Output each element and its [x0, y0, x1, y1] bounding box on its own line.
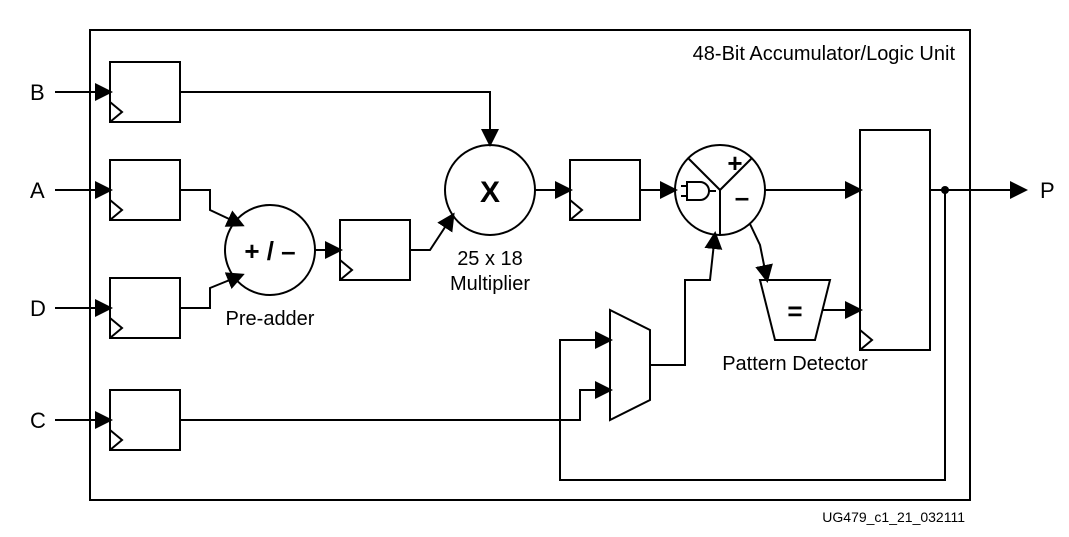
- svg-text:–: –: [735, 182, 749, 212]
- pattern-detector-label: Pattern Detector: [722, 353, 868, 375]
- port-b-label: B: [30, 80, 45, 105]
- mux: [610, 310, 650, 420]
- svg-text:+: +: [727, 148, 742, 178]
- svg-text:X: X: [480, 176, 500, 209]
- title: 48-Bit Accumulator/Logic Unit: [693, 43, 956, 65]
- reg-preadder: [340, 220, 410, 280]
- preadder: + / –: [225, 205, 315, 295]
- port-p-label: P: [1040, 178, 1055, 203]
- preadder-label: Pre-adder: [226, 308, 315, 330]
- figure-id: UG479_c1_21_032111: [822, 509, 965, 525]
- multiplier: X: [445, 145, 535, 235]
- port-d-label: D: [30, 296, 46, 321]
- reg-c: [110, 390, 180, 450]
- alu: + –: [675, 145, 765, 235]
- port-a-label: A: [30, 178, 45, 203]
- reg-d: [110, 278, 180, 338]
- reg-b: [110, 62, 180, 122]
- svg-text:+ / –: + / –: [244, 236, 295, 266]
- reg-mult: [570, 160, 640, 220]
- multiplier-label-1: 25 x 18: [457, 248, 523, 270]
- reg-out: [860, 130, 930, 350]
- svg-text:=: =: [787, 296, 802, 326]
- reg-a: [110, 160, 180, 220]
- port-c-label: C: [30, 408, 46, 433]
- slice-outline: [90, 30, 970, 500]
- dsp-block-diagram: 48-Bit Accumulator/Logic Unit B A D C + …: [0, 0, 1069, 537]
- multiplier-label-2: Multiplier: [450, 273, 530, 295]
